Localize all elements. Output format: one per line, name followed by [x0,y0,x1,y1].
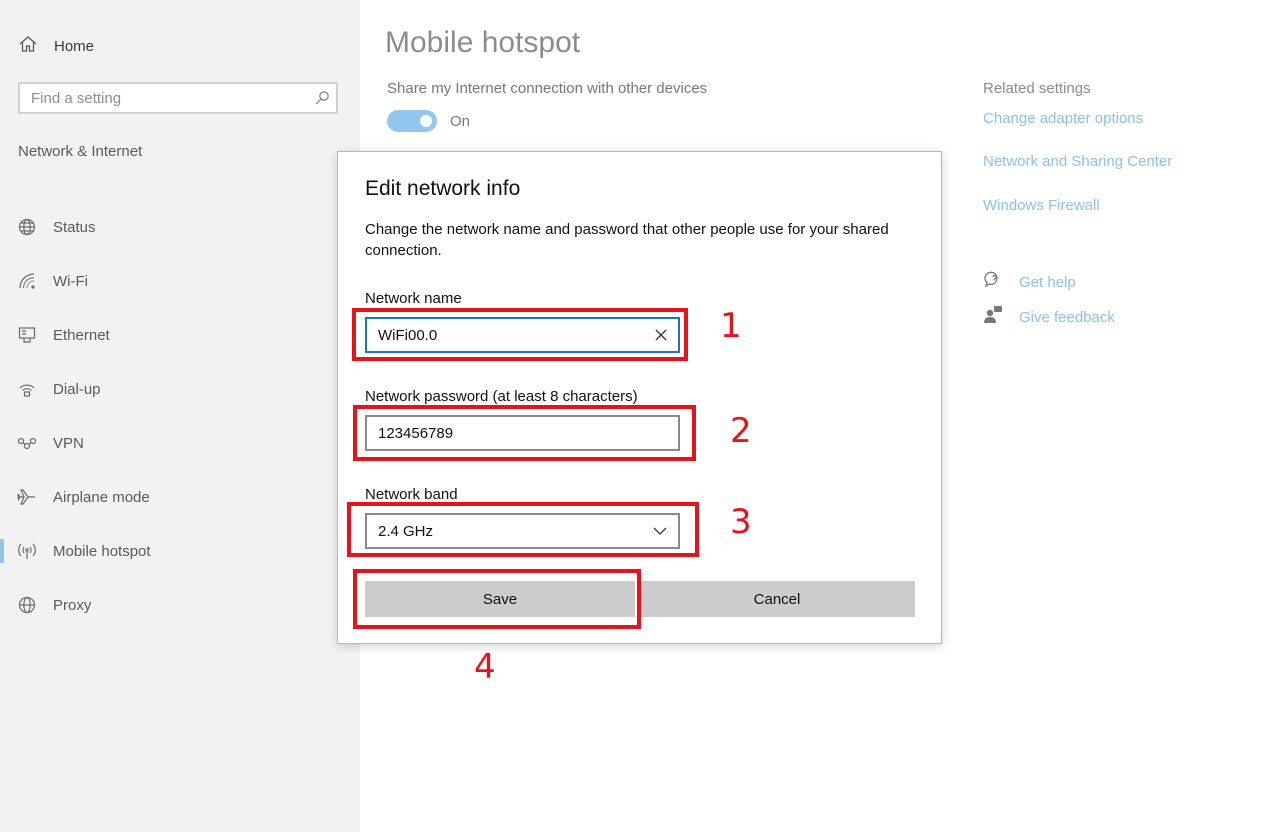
dial-up-icon [17,380,37,398]
home-nav-item[interactable]: Home [18,34,94,58]
get-help-icon [983,270,1003,295]
sidebar-item-label: Status [53,218,96,236]
sidebar-item-label: Ethernet [53,326,110,344]
sidebar-item-ethernet[interactable]: Ethernet [0,308,360,362]
network-name-input[interactable] [367,325,644,345]
annotation-number-4: 4 [474,647,496,687]
network-name-field[interactable] [365,317,680,353]
hotspot-icon [17,542,37,560]
sidebar-item-label: VPN [53,434,84,452]
get-help-label: Get help [1019,274,1076,291]
search-box[interactable] [18,82,338,114]
vpn-icon [17,434,37,452]
active-indicator [0,539,4,563]
sidebar: Home Network & Internet Status W [0,0,360,832]
search-icon[interactable] [308,90,336,106]
share-connection-label: Share my Internet connection with other … [387,80,708,97]
sidebar-item-label: Dial-up [53,380,101,398]
sidebar-item-label: Proxy [53,596,92,614]
wifi-icon [17,272,37,290]
get-help-link[interactable]: Get help [983,270,1076,295]
globe-status-icon [17,218,37,236]
network-password-label: Network password (at least 8 characters) [365,388,638,405]
nav-list: Status Wi-Fi Ethernet Dial-up VPN Airpla… [0,200,360,632]
sidebar-item-label: Mobile hotspot [53,542,151,560]
annotation-number-1: 1 [720,306,742,346]
globe-icon [17,596,37,614]
windows-firewall-link[interactable]: Windows Firewall [983,197,1100,214]
network-band-select[interactable]: 2.4 GHz [365,513,680,549]
hotspot-toggle[interactable] [387,110,437,132]
network-password-field[interactable] [365,415,680,451]
network-band-value: 2.4 GHz [378,522,434,540]
dialog-description: Change the network name and password tha… [365,221,889,259]
section-title: Network & Internet [18,143,143,160]
airplane-icon [17,488,37,506]
page-title: Mobile hotspot [385,26,581,59]
sidebar-item-status[interactable]: Status [0,200,360,254]
sidebar-item-label: Airplane mode [53,488,150,506]
network-password-input[interactable] [367,423,678,443]
give-feedback-label: Give feedback [1019,309,1115,326]
home-icon [18,34,38,59]
annotation-number-2: 2 [730,411,752,451]
annotation-number-3: 3 [730,502,752,542]
sidebar-item-label: Wi-Fi [53,272,88,290]
change-adapter-options-link[interactable]: Change adapter options [983,110,1143,127]
give-feedback-link[interactable]: Give feedback [983,305,1115,330]
clear-icon[interactable] [644,319,678,351]
network-name-label: Network name [365,290,462,307]
sidebar-item-airplane-mode[interactable]: Airplane mode [0,470,360,524]
network-sharing-center-link[interactable]: Network and Sharing Center [983,153,1172,170]
chevron-down-icon [642,527,678,535]
toggle-state-label: On [450,113,471,130]
search-input[interactable] [20,88,308,108]
sidebar-item-vpn[interactable]: VPN [0,416,360,470]
toggle-knob [420,115,432,127]
home-label: Home [54,37,95,55]
dialog-title: Edit network info [365,177,521,200]
give-feedback-icon [983,305,1003,330]
sidebar-item-wifi[interactable]: Wi-Fi [0,254,360,308]
network-band-label: Network band [365,486,458,503]
sidebar-item-mobile-hotspot[interactable]: Mobile hotspot [0,524,360,578]
edit-network-dialog: Edit network info Change the network nam… [337,151,942,644]
ethernet-icon [17,326,37,344]
sidebar-item-proxy[interactable]: Proxy [0,578,360,632]
sidebar-item-dial-up[interactable]: Dial-up [0,362,360,416]
save-button[interactable]: Save [365,581,635,617]
related-settings-title: Related settings [983,80,1091,97]
cancel-button[interactable]: Cancel [639,581,915,617]
